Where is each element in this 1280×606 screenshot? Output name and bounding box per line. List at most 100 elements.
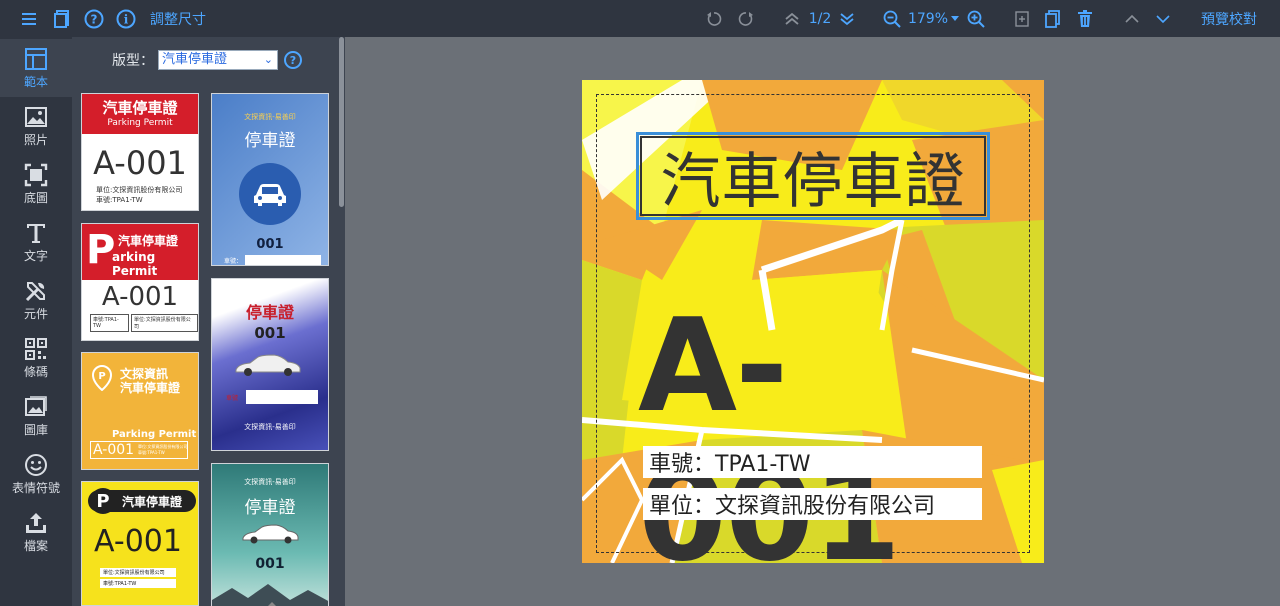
nav-label: 底圖 xyxy=(23,190,48,205)
thumb-top-text: 文探資訊-易善印 xyxy=(244,113,296,121)
nav-label: 檔案 xyxy=(23,538,48,553)
permit-number[interactable]: A-001 xyxy=(638,292,1044,563)
thumb-title: 汽車停車證 xyxy=(102,99,178,117)
page-indicator: 1/2 xyxy=(808,10,832,27)
qrcode-icon xyxy=(25,337,47,360)
thumb-label: 車號： xyxy=(224,258,243,265)
template-thumb-2[interactable]: 文探資訊-易善印 停車證 001 車號： xyxy=(211,93,329,266)
top-toolbar: ? i 調整尺寸 1/2 179% 預覽校對 xyxy=(0,0,1280,37)
nav-elements[interactable]: 元件 xyxy=(0,271,72,329)
template-thumb-6[interactable]: 文探資訊-易善印 停車證 001 xyxy=(211,463,329,606)
delete-page-icon[interactable] xyxy=(1075,0,1095,37)
nav-gallery[interactable]: 圖庫 xyxy=(0,387,72,445)
thumb-number: A-001 xyxy=(101,282,179,312)
zoom-in-icon[interactable] xyxy=(965,0,987,37)
help-icon[interactable]: ? xyxy=(284,51,302,69)
page-down-icon[interactable] xyxy=(837,0,857,37)
chevron-down-icon: ⌄ xyxy=(263,53,273,66)
zoom-level[interactable]: 179% xyxy=(906,0,950,37)
thumb-p-mark: P xyxy=(86,227,116,273)
nav-label: 照片 xyxy=(23,132,48,147)
image-icon xyxy=(25,106,47,127)
thumb-title: 汽車停車證 xyxy=(122,495,183,509)
thumb-title: 停車證 xyxy=(244,498,296,518)
zoom-out-icon[interactable] xyxy=(881,0,903,37)
thumb-number: A-001 xyxy=(94,524,182,559)
copy-page-icon[interactable] xyxy=(1043,0,1063,37)
plate-field[interactable]: 車號：TPA1-TW xyxy=(643,446,982,478)
thumb-title: 停車證 xyxy=(245,303,294,322)
upload-icon xyxy=(26,512,46,533)
thumb-label: 車號 xyxy=(226,394,239,402)
undo-icon[interactable] xyxy=(704,0,724,37)
template-type-select[interactable]: 汽車停車證 ⌄ xyxy=(158,50,278,70)
thumb-title: 汽車停車證 xyxy=(118,234,179,248)
nav-text[interactable]: 文字 xyxy=(0,213,72,271)
background-icon xyxy=(24,163,48,186)
thumb-top-text: 文探資訊-易善印 xyxy=(244,478,296,486)
car-icon xyxy=(239,163,301,225)
thumb-line: 單位:文探資訊股份有限公司 xyxy=(96,186,183,194)
help-icon[interactable]: ? xyxy=(82,0,106,37)
thumb-number: 001 xyxy=(255,556,285,572)
document-title[interactable]: 汽車停車證 xyxy=(640,136,986,217)
redo-icon[interactable] xyxy=(736,0,756,37)
preview-button[interactable]: 預覽校對 xyxy=(1196,0,1262,37)
text-icon xyxy=(27,223,45,243)
left-nav: 範本 照片 底圖 文字 元件 條碼 圖庫 表情符號 檔案 xyxy=(0,37,72,606)
thumb-title: 停車證 xyxy=(244,131,296,151)
nav-label: 條碼 xyxy=(23,364,48,379)
thumb-number: 001 xyxy=(256,237,284,252)
thumb-line: 單位:文探資訊股份有限公司 xyxy=(131,314,198,332)
template-type-value: 汽車停車證 xyxy=(162,52,228,67)
nav-backgrounds[interactable]: 底圖 xyxy=(0,155,72,213)
template-thumb-7[interactable]: P 汽車停車證 A-001 單位:文探資訊股份有限公司 車號:TPA1-TW xyxy=(81,481,199,606)
design-document[interactable]: 汽車停車證 A-001 車號：TPA1-TW 單位：文探資訊股份有限公司 xyxy=(582,80,1044,563)
thumb-subtitle: arking Permit xyxy=(112,250,158,278)
panel-scrollbar[interactable] xyxy=(339,37,344,207)
template-type-row: 版型： 汽車停車證 ⌄ ? xyxy=(112,50,302,70)
template-panel: 版型： 汽車停車證 ⌄ ? 汽車停車證 Parking Permit A-001… xyxy=(72,37,345,606)
location-pin-icon: P xyxy=(91,364,113,395)
thumb-number: 001 xyxy=(254,324,286,342)
thumb-number: A-001 xyxy=(93,442,135,458)
nav-label: 圖庫 xyxy=(23,422,48,437)
thumb-title: 汽車停車證 xyxy=(120,381,181,395)
org-field[interactable]: 單位：文探資訊股份有限公司 xyxy=(643,488,982,520)
move-down-icon[interactable] xyxy=(1155,0,1171,37)
nav-label: 表情符號 xyxy=(11,480,60,495)
smiley-icon xyxy=(25,453,47,476)
template-thumb-3[interactable]: P 汽車停車證 arking Permit A-001 車號:TPA1-TW 單… xyxy=(81,223,199,341)
pages-icon[interactable] xyxy=(50,0,74,37)
resize-button[interactable]: 調整尺寸 xyxy=(148,0,208,37)
car-icon xyxy=(240,524,328,550)
layout-icon xyxy=(25,47,47,70)
move-up-icon[interactable] xyxy=(1124,0,1140,37)
nav-emoji[interactable]: 表情符號 xyxy=(0,445,72,503)
page-up-icon[interactable] xyxy=(782,0,802,37)
thumb-line: 車號:TPA1-TW xyxy=(138,450,165,455)
thumb-footer: 文探資訊-易善印 xyxy=(244,423,296,431)
thumb-p-mark: P xyxy=(90,488,116,514)
zoom-dropdown-icon[interactable] xyxy=(950,0,960,37)
svg-text:i: i xyxy=(124,12,129,26)
template-type-label: 版型： xyxy=(112,53,154,69)
template-thumb-4[interactable]: 停車證 001 車號 文探資訊-易善印 xyxy=(211,278,329,451)
nav-barcode[interactable]: 條碼 xyxy=(0,329,72,387)
template-thumb-5[interactable]: P 文探資訊 汽車停車證 Parking Permit A-001 單位:文探資… xyxy=(81,352,199,470)
template-thumb-1[interactable]: 汽車停車證 Parking Permit A-001 單位:文探資訊股份有限公司… xyxy=(81,93,199,211)
nav-photos[interactable]: 照片 xyxy=(0,97,72,155)
svg-text:?: ? xyxy=(91,12,98,26)
info-icon[interactable]: i xyxy=(114,0,138,37)
nav-label: 元件 xyxy=(23,306,48,321)
nav-templates[interactable]: 範本 xyxy=(0,39,72,97)
svg-text:P: P xyxy=(98,371,105,382)
mountain-icon xyxy=(212,584,328,606)
selected-text-frame[interactable]: 汽車停車證 xyxy=(636,132,990,220)
car-icon xyxy=(232,354,328,382)
add-page-icon[interactable] xyxy=(1012,0,1032,37)
thumb-line: 單位:文探資訊股份有限公司 xyxy=(100,568,176,577)
tools-icon xyxy=(25,281,45,301)
nav-files[interactable]: 檔案 xyxy=(0,503,72,561)
menu-icon[interactable] xyxy=(18,0,42,37)
